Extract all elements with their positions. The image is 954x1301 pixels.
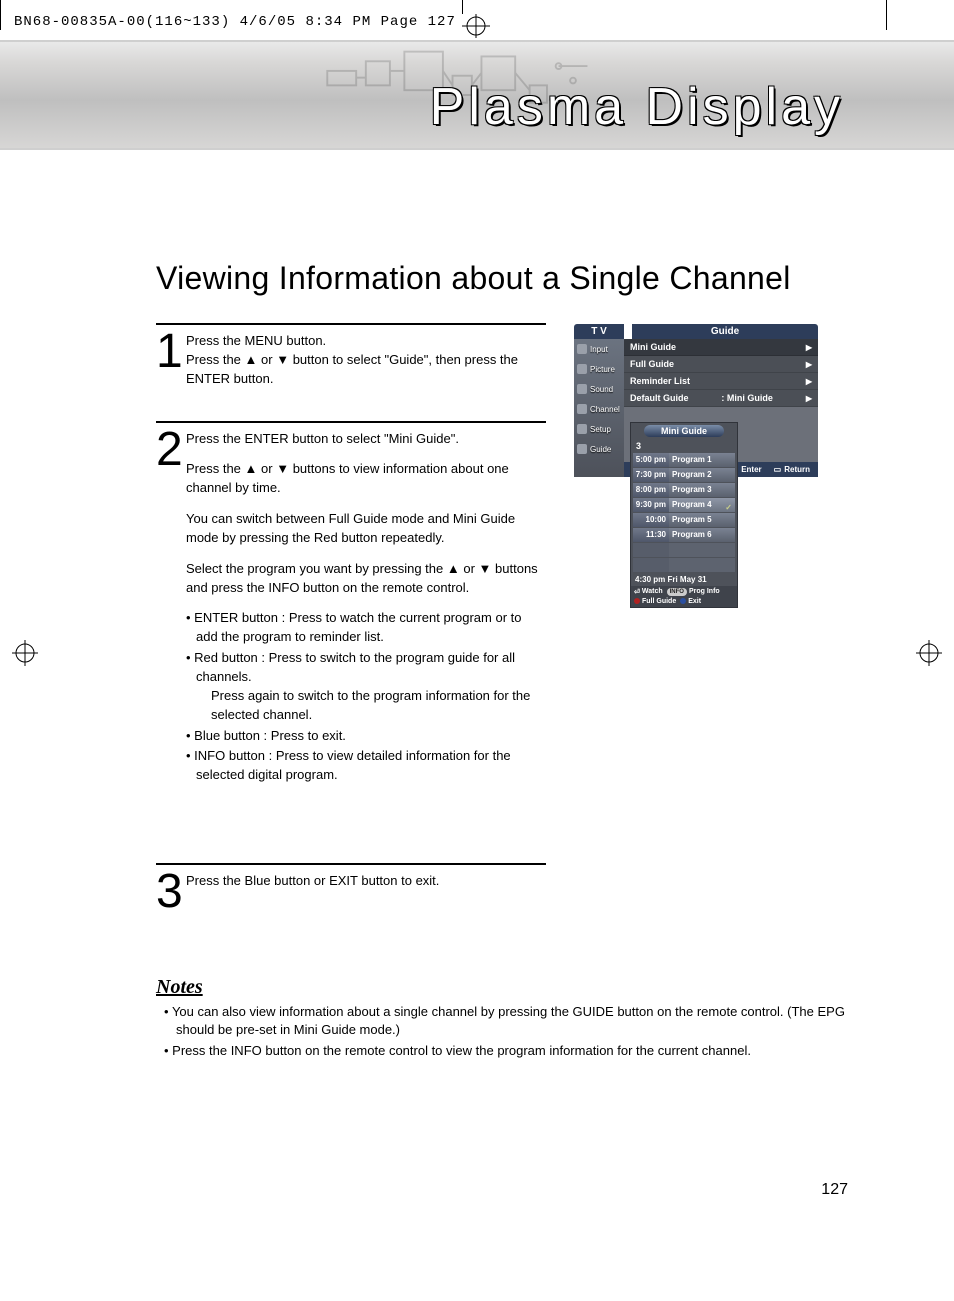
note-2: Press the INFO button on the remote cont…	[156, 1042, 846, 1061]
osd-side-input: Input	[574, 339, 624, 359]
osd2-hint-info: INFO Prog Info	[667, 588, 720, 596]
osd2-program-row: 9:30 pmProgram 4✓	[633, 498, 735, 512]
note-1: You can also view information about a si…	[156, 1003, 846, 1041]
setup-icon	[577, 424, 587, 434]
crop-line	[462, 0, 463, 14]
osd2-program-name: Program 2	[669, 468, 735, 482]
step1-line1: Press the MENU button.	[186, 332, 541, 351]
step-number: 1	[156, 328, 186, 389]
bullet-info: INFO button : Press to view detailed inf…	[186, 747, 541, 785]
down-triangle-icon: ▼	[276, 352, 289, 367]
osd-side-guide: Guide	[574, 439, 624, 459]
input-icon	[577, 344, 587, 354]
step-body: Press the ENTER button to select "Mini G…	[186, 430, 541, 831]
down-triangle-icon: ▼	[276, 461, 289, 476]
osd-row-default-guide: Default Guide: Mini Guide▶	[624, 390, 818, 407]
content-area: Viewing Information about a Single Chann…	[156, 260, 846, 1063]
bullet-enter: ENTER button : Press to watch the curren…	[186, 609, 541, 647]
osd2-hint-exit: Exit	[680, 598, 701, 605]
picture-icon	[577, 364, 587, 374]
chevron-right-icon: ▶	[806, 377, 812, 386]
osd-side-setup: Setup	[574, 419, 624, 439]
step-1: 1 Press the MENU button. Press the ▲ or …	[156, 323, 546, 389]
up-triangle-icon: ▲	[447, 561, 460, 576]
osd2-time: 8:00 pm	[633, 483, 669, 497]
bullet-blue: Blue button : Press to exit.	[186, 727, 541, 746]
osd2-program-row: 8:00 pmProgram 3	[633, 483, 735, 497]
osd-side-sound: Sound	[574, 379, 624, 399]
up-triangle-icon: ▲	[245, 352, 258, 367]
banner-title: Plasma Display	[430, 77, 844, 137]
osd2-datetime: 4:30 pm Fri May 31	[631, 573, 737, 586]
step-number: 3	[156, 868, 186, 916]
osd2-program-row: 5:00 pmProgram 1	[633, 453, 735, 467]
step-2: 2 Press the ENTER button to select "Mini…	[156, 421, 546, 831]
osd2-program-name: Program 4✓	[669, 498, 735, 512]
step3-p1: Press the Blue button or EXIT button to …	[186, 872, 541, 891]
page-number: 127	[821, 1181, 848, 1199]
crop-line	[886, 0, 887, 30]
osd2-program-row: 10:00 pmProgram 5	[633, 513, 735, 527]
sound-icon	[577, 384, 587, 394]
chevron-right-icon: ▶	[806, 343, 812, 352]
osd2-hint-watch: ⏎ Watch	[634, 588, 663, 596]
osd-hint-return: Return	[774, 465, 810, 474]
crop-mark-top-icon	[462, 14, 490, 38]
pdf-header-line: BN68-00835A-00(116~133) 4/6/05 8:34 PM P…	[14, 14, 456, 30]
step2-p1: Press the ENTER button to select "Mini G…	[186, 430, 541, 449]
osd-sidebar: Input Picture Sound Channel Setup Guide	[574, 339, 624, 477]
osd2-hint-full: Full Guide	[634, 598, 676, 605]
osd2-empty-row	[633, 543, 735, 557]
osd2-program-name: Program 6	[669, 528, 735, 542]
banner: Plasma Display	[0, 40, 954, 150]
step-number: 2	[156, 426, 186, 831]
osd2-time: 7:30 pm	[633, 468, 669, 482]
step2-p3: You can switch between Full Guide mode a…	[186, 510, 541, 548]
down-triangle-icon: ▼	[479, 561, 492, 576]
osd2-program-name: Program 3	[669, 483, 735, 497]
osd2-program-name: Program 5	[669, 513, 735, 527]
step2-p4: Select the program you want by pressing …	[186, 560, 541, 598]
notes-heading: Notes	[156, 976, 846, 999]
osd-mini-guide: Mini Guide 3 5:00 pmProgram 17:30 pmProg…	[630, 422, 738, 608]
osd-tab-title: Guide	[632, 324, 818, 339]
osd-row-reminder: Reminder List▶	[624, 373, 818, 390]
osd2-footer: ⏎ Watch INFO Prog Info Full Guide Exit	[631, 586, 737, 607]
bullet-red: Red button : Press to switch to the prog…	[186, 649, 541, 724]
osd2-program-row: 11:30 pmProgram 6	[633, 528, 735, 542]
osd2-program-list: 5:00 pmProgram 17:30 pmProgram 28:00 pmP…	[631, 453, 737, 572]
up-triangle-icon: ▲	[245, 461, 258, 476]
crop-line	[0, 0, 1, 30]
step-body: Press the Blue button or EXIT button to …	[186, 872, 541, 916]
osd2-time: 9:30 pm	[633, 498, 669, 512]
step2-bullets: ENTER button : Press to watch the curren…	[186, 609, 541, 785]
step-3: 3 Press the Blue button or EXIT button t…	[156, 863, 546, 916]
channel-icon	[577, 404, 587, 414]
osd-tab-tv: T V	[574, 324, 624, 339]
registration-mark-right-icon	[916, 640, 942, 666]
step-body: Press the MENU button. Press the ▲ or ▼ …	[186, 332, 541, 389]
osd2-time: 11:30 pm	[633, 528, 669, 542]
chevron-right-icon: ▶	[806, 360, 812, 369]
step1-line2: Press the ▲ or ▼ button to select "Guide…	[186, 351, 541, 389]
osd2-empty-row	[633, 558, 735, 572]
osd-row-full-guide: Full Guide▶	[624, 356, 818, 373]
osd-side-channel: Channel	[574, 399, 624, 419]
guide-icon	[577, 444, 587, 454]
osd-side-picture: Picture	[574, 359, 624, 379]
osd-row-mini-guide: Mini Guide▶	[624, 339, 818, 356]
osd2-title: Mini Guide	[644, 425, 724, 437]
blue-dot-icon	[680, 598, 686, 604]
red-dot-icon	[634, 598, 640, 604]
osd2-channel: 3	[631, 439, 737, 453]
osd2-time: 5:00 pm	[633, 453, 669, 467]
page-title: Viewing Information about a Single Chann…	[156, 260, 846, 297]
osd2-program-row: 7:30 pmProgram 2	[633, 468, 735, 482]
chevron-right-icon: ▶	[806, 394, 812, 403]
osd2-time: 10:00 pm	[633, 513, 669, 527]
osd2-program-name: Program 1	[669, 453, 735, 467]
step2-p2: Press the ▲ or ▼ buttons to view informa…	[186, 460, 541, 498]
registration-mark-left-icon	[12, 640, 38, 666]
notes-section: Notes You can also view information abou…	[156, 976, 846, 1062]
